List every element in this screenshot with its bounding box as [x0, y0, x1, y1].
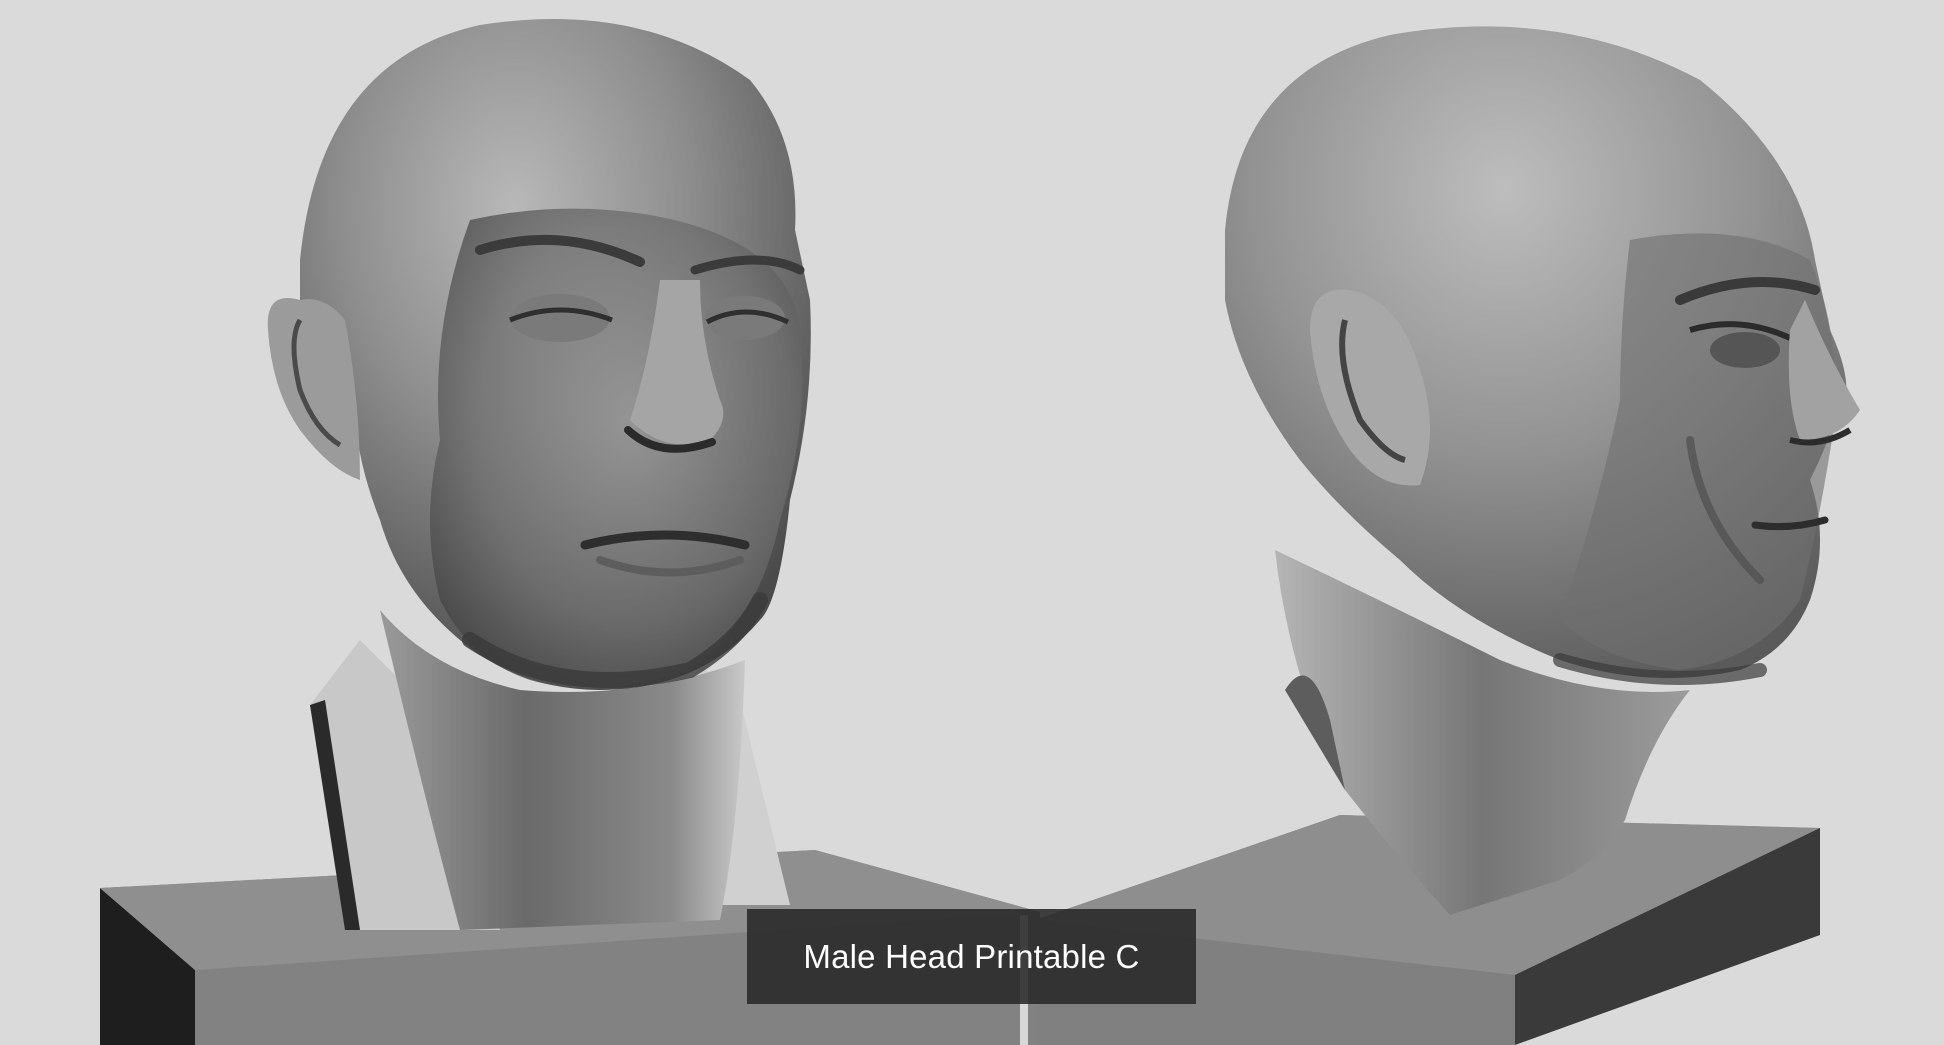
- sculpt-render: [100, 19, 1860, 1045]
- head-front-view: [267, 19, 811, 930]
- head-profile-view: [1225, 26, 1860, 915]
- render-viewport: Male Head Printable C: [0, 0, 1944, 1045]
- model-title-caption: Male Head Printable C: [747, 909, 1196, 1004]
